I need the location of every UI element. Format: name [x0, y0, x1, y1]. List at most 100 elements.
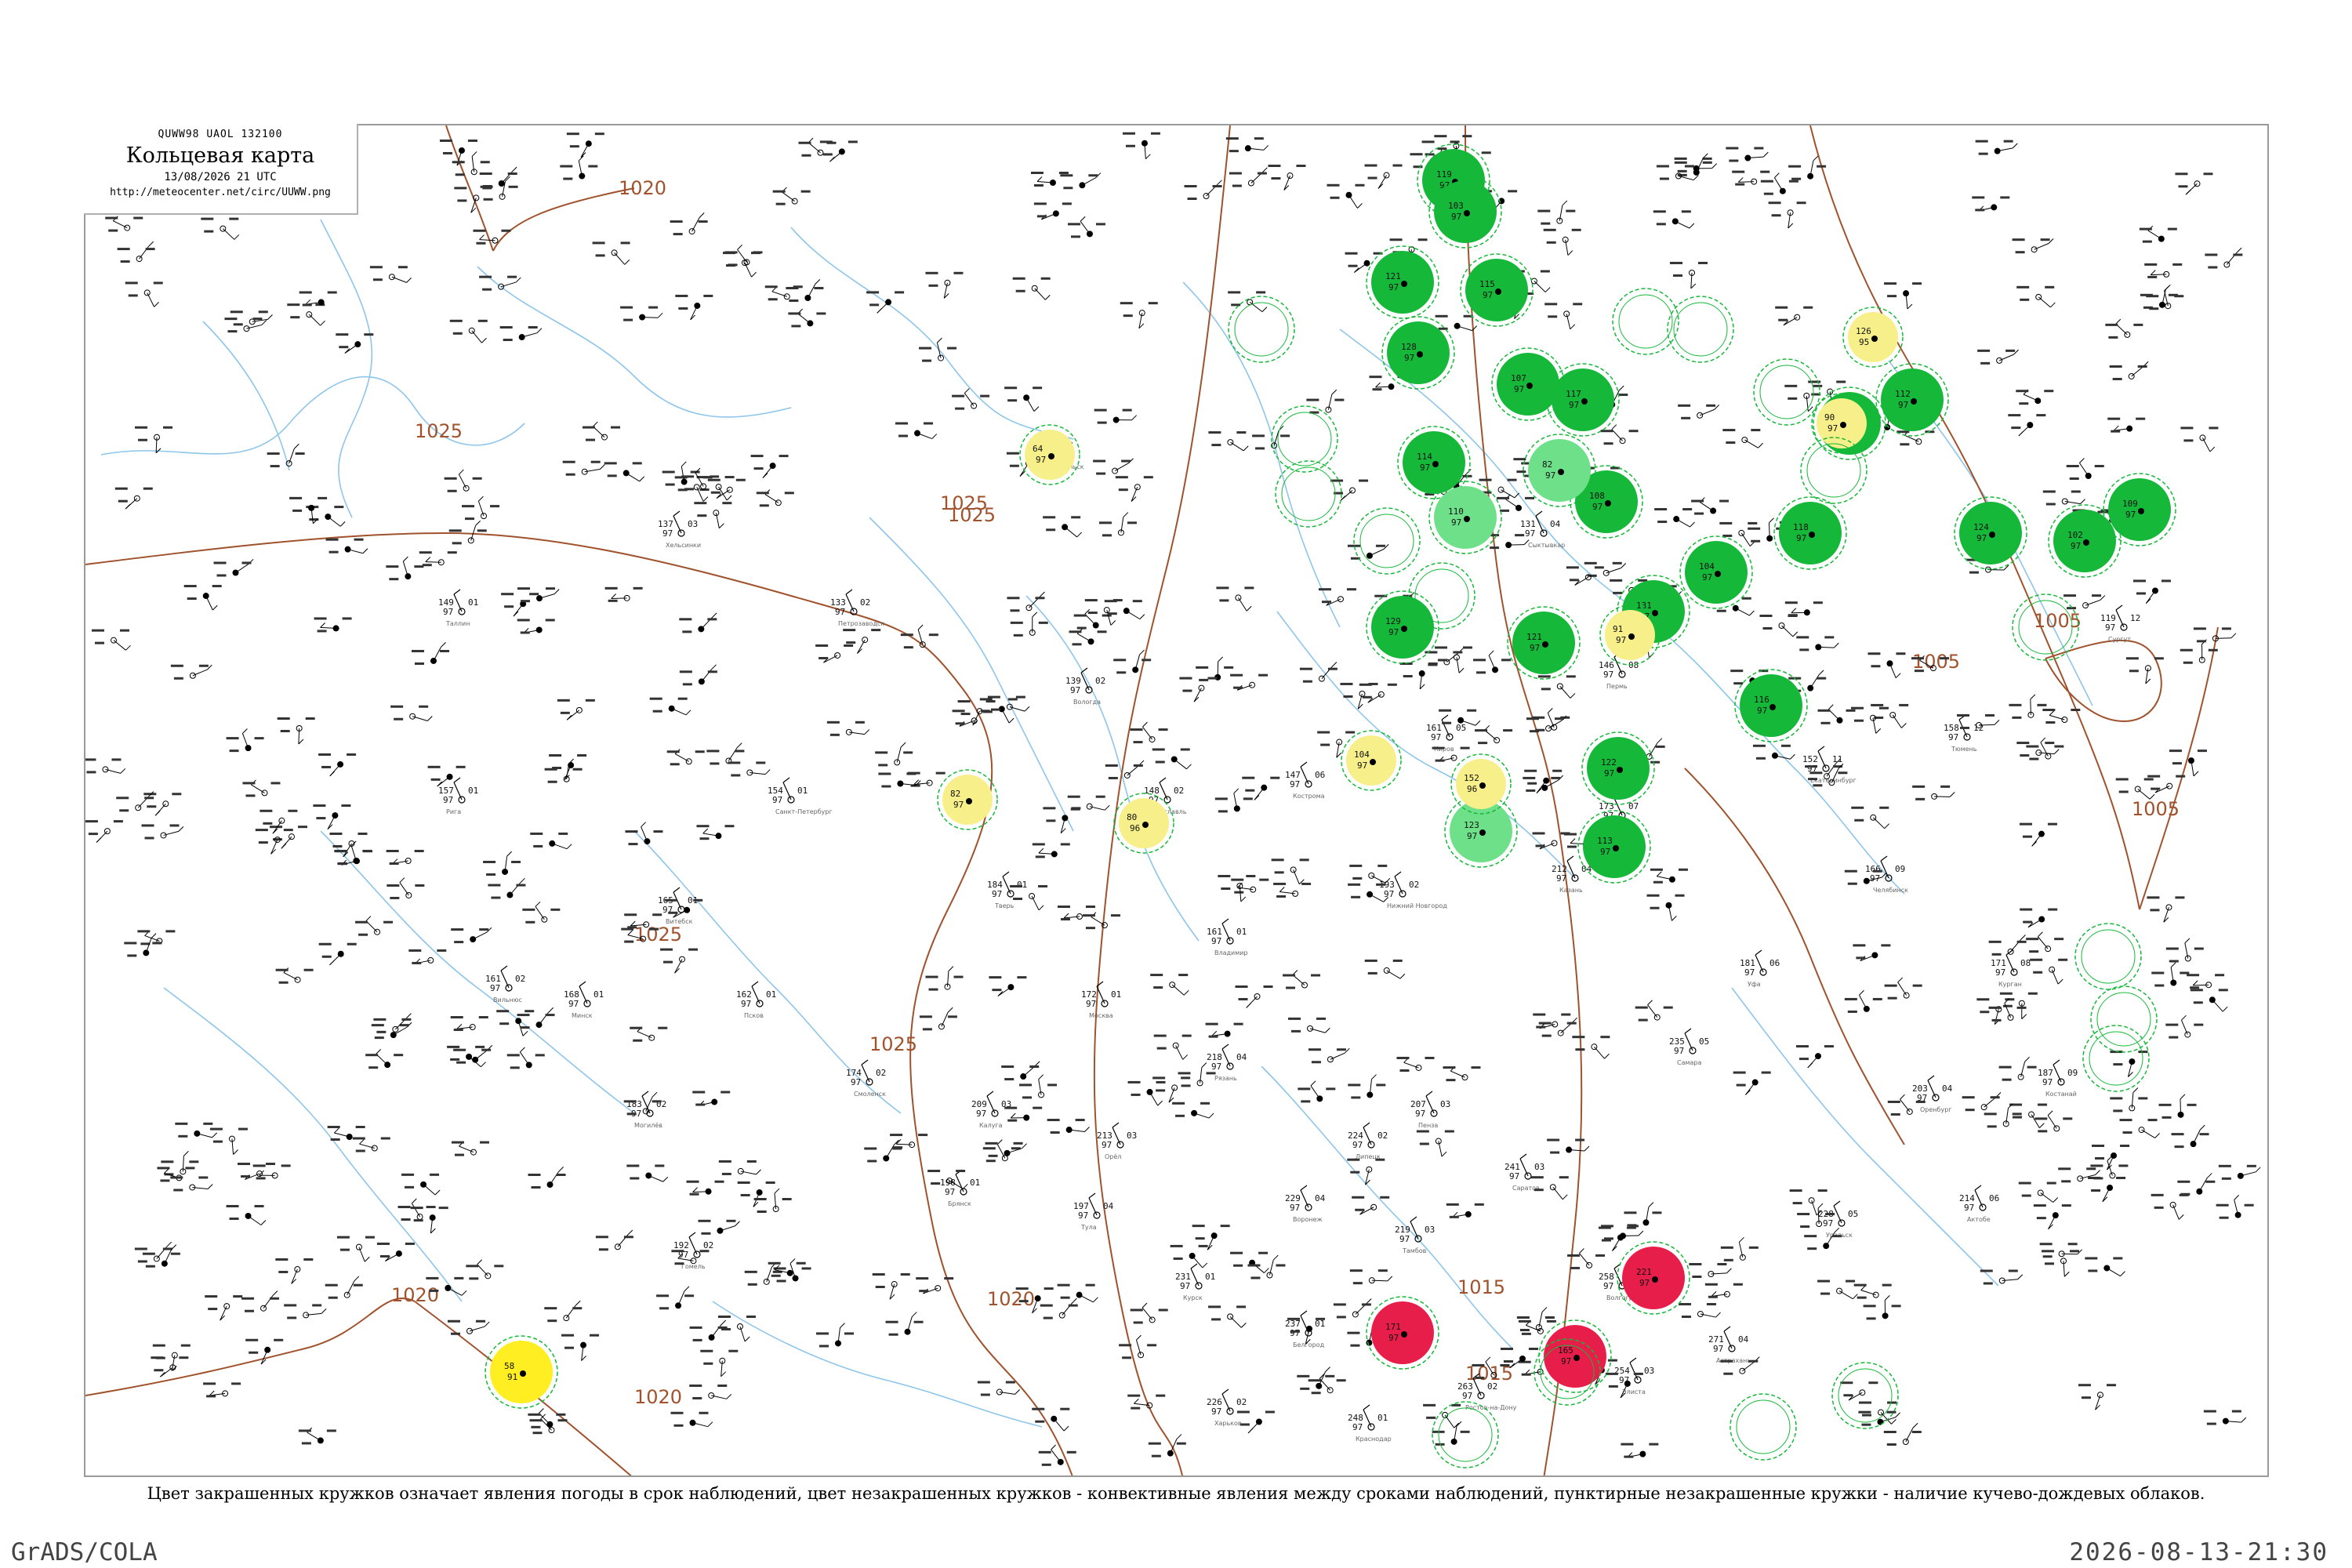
circle-dew: 97	[1451, 212, 1461, 222]
station-pressure: 02	[1095, 676, 1105, 686]
station-pressure: 05	[1848, 1209, 1858, 1219]
station-marker	[517, 619, 555, 634]
station-name: Челябинск	[1873, 887, 1908, 894]
station-marker	[2171, 1124, 2209, 1149]
circle-dew: 97	[1828, 423, 1838, 434]
station-marker	[1788, 155, 1827, 180]
station-marker	[1192, 1225, 1230, 1250]
station-name: Курган	[1998, 981, 2022, 988]
station-marker	[989, 976, 1027, 996]
station-pressure: 03	[1534, 1162, 1544, 1172]
station-dew: 97	[1556, 873, 1566, 884]
cb-cloud-circle	[1730, 1393, 1797, 1461]
station-marker	[528, 1167, 566, 1189]
station-marker	[1654, 508, 1695, 528]
station-marker	[1033, 202, 1072, 220]
station-marker	[1268, 165, 1306, 191]
station-marker	[1650, 868, 1688, 884]
circle-temp: 113	[1597, 836, 1613, 846]
station-marker	[864, 1139, 902, 1163]
station-dew: 97	[851, 1077, 861, 1087]
circle-dew: 97	[1898, 400, 1908, 410]
station-marker	[977, 1381, 1020, 1396]
circle-dew: 96	[1467, 784, 1477, 794]
station-marker	[1271, 858, 1309, 885]
isobar-label: 1025	[869, 1033, 917, 1055]
circle-dew: 97	[1616, 635, 1626, 645]
station-marker	[242, 779, 281, 797]
station-marker	[2165, 1014, 2204, 1039]
station-plot: 1879709Костанай	[2038, 1059, 2078, 1098]
station-marker	[1040, 1298, 1078, 1319]
station-marker	[1689, 1262, 1732, 1278]
station-marker	[718, 1160, 761, 1175]
circle-temp: 117	[1566, 389, 1581, 399]
station-pressure: 04	[1236, 1052, 1247, 1062]
station-marker	[900, 624, 938, 649]
station-pressure: 04	[1103, 1201, 1114, 1211]
map-title-box: QUWW98 UAOL 132100 Кольцевая карта 13/08…	[84, 124, 358, 215]
station-plot: 2359705Самара	[1669, 1028, 1709, 1066]
river-network	[100, 219, 2093, 1428]
station-marker	[205, 1295, 243, 1321]
legend-caption: Цвет закрашенных кружков означает явлени…	[147, 1484, 2205, 1503]
station-name: Брянск	[948, 1200, 971, 1207]
circle-temp: 152	[1464, 773, 1479, 783]
station-marker	[1600, 1225, 1644, 1240]
station-pressure: 04	[1315, 1193, 1326, 1203]
station-name: Воронеж	[1293, 1216, 1323, 1223]
circle-dew: 97	[1592, 502, 1602, 512]
station-marker	[2158, 1094, 2197, 1119]
station-name: Пермь	[1606, 683, 1628, 690]
circle-temp: 165	[1558, 1345, 1573, 1356]
station-marker	[1760, 172, 1798, 195]
station-marker	[1720, 1236, 1759, 1261]
station-marker	[1067, 216, 1105, 238]
station-marker	[1318, 588, 1356, 606]
station-marker	[105, 216, 143, 232]
station-name: Тверь	[994, 902, 1014, 909]
station-marker	[275, 1258, 314, 1284]
station-marker	[2078, 1384, 2116, 1410]
map-url[interactable]: http://meteocenter.net/circ/UUWW.png	[84, 187, 357, 198]
station-marker	[1980, 1269, 2024, 1285]
station-marker	[2177, 1173, 2216, 1196]
cb-cloud-circle	[2082, 1025, 2150, 1092]
station-name: Таллин	[445, 620, 470, 627]
station-dew: 97	[1399, 1234, 1410, 1244]
station-plot: 1499701Таллин	[438, 589, 478, 627]
weather-circle-fog: 5891	[485, 1335, 558, 1409]
circle-dew: 97	[1483, 290, 1493, 300]
synoptic-map[interactable]: 1020 1025 1025 1025 1020 1020 1020 1015 1015 1005…	[84, 124, 2269, 1477]
station-plot: 1379703Хельсинки	[658, 510, 701, 549]
station-marker	[2187, 974, 2225, 989]
station-pressure: 09	[2067, 1068, 2078, 1078]
station-marker	[2008, 414, 2046, 437]
station-pressure: 01	[468, 786, 478, 796]
station-name: Казань	[1559, 887, 1583, 894]
station-marker	[277, 717, 315, 745]
station-marker	[1432, 1421, 1470, 1446]
station-marker	[352, 1137, 390, 1152]
station-marker	[1093, 458, 1134, 475]
station-plot: 1479706Кострома	[1285, 761, 1325, 800]
station-marker	[2016, 285, 2056, 308]
station-marker	[141, 824, 184, 840]
station-marker	[1547, 1138, 1590, 1154]
station-marker	[595, 1229, 633, 1251]
station-dew: 97	[1744, 967, 1755, 978]
station-marker	[583, 421, 621, 441]
cb-cloud-circle	[2090, 985, 2158, 1053]
station-marker	[376, 1242, 415, 1262]
station-marker	[226, 1204, 267, 1225]
circle-temp: 80	[1127, 812, 1137, 822]
station-pressure: 02	[703, 1240, 713, 1250]
station-marker	[298, 1427, 336, 1445]
station-marker	[506, 1047, 545, 1069]
station-pressure: 01	[1205, 1272, 1215, 1282]
station-marker	[1178, 1062, 1216, 1087]
station-marker	[451, 1141, 489, 1156]
isobar-label: 1015	[1457, 1276, 1505, 1298]
station-pressure: 01	[1315, 1319, 1325, 1329]
station-plot: 1619701Владимир	[1207, 918, 1248, 956]
